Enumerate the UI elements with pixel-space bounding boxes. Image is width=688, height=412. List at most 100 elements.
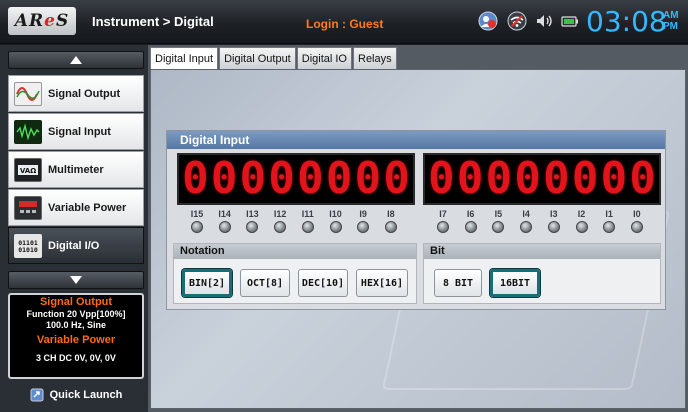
scroll-down-button[interactable] bbox=[8, 271, 144, 289]
waveform-icon bbox=[14, 119, 42, 144]
led-label: I9 bbox=[359, 209, 367, 219]
segment-digit: 0 bbox=[629, 153, 656, 204]
digital-input-title: Digital Input bbox=[167, 131, 665, 149]
sidebar-item-signal-output[interactable]: Signal Output bbox=[8, 75, 144, 112]
segment-digit: 0 bbox=[514, 153, 541, 204]
tab-digital-input[interactable]: Digital Input bbox=[150, 47, 219, 70]
sidebar-item-label: Variable Power bbox=[48, 201, 127, 214]
sidebar-item-label: Multimeter bbox=[48, 163, 104, 176]
tab-bar: Digital Input Digital Output Digital IO … bbox=[150, 47, 398, 70]
led-label: I4 bbox=[522, 209, 530, 219]
signal-output-status-line2: 100.0 Hz, Sine bbox=[45, 320, 107, 330]
tab-digital-output[interactable]: Digital Output bbox=[219, 47, 296, 69]
high-byte-display: 00000000 bbox=[177, 153, 415, 205]
bit-16-button[interactable]: 16BIT bbox=[490, 269, 540, 297]
input-led-indicator bbox=[357, 221, 370, 233]
led-label: I5 bbox=[494, 209, 503, 219]
led-label: I14 bbox=[218, 209, 231, 219]
segment-digit: 0 bbox=[485, 153, 513, 204]
user-switch-icon[interactable] bbox=[478, 11, 498, 31]
tab-relays[interactable]: Relays bbox=[353, 47, 397, 69]
sidebar-item-variable-power[interactable]: Variable Power bbox=[8, 189, 144, 226]
header-bar: AR e S Instrument > Digital Login : Guest bbox=[0, 0, 688, 44]
chevron-up-icon bbox=[70, 56, 82, 64]
input-led-indicator bbox=[246, 221, 259, 233]
led-label: I6 bbox=[466, 209, 475, 219]
bit-8-button[interactable]: 8 BIT bbox=[434, 269, 482, 297]
segment-digit: 0 bbox=[182, 153, 209, 204]
led-label: I0 bbox=[633, 209, 641, 219]
quick-launch-label: Quick Launch bbox=[49, 389, 123, 401]
notation-oct-button[interactable]: OCT[8] bbox=[240, 269, 290, 297]
bit-title: Bit bbox=[424, 244, 660, 259]
signal-output-status-line1: Function 20 Vpp[100%] bbox=[26, 309, 126, 319]
segment-digit: 0 bbox=[456, 153, 484, 204]
segment-digit: 0 bbox=[600, 153, 628, 204]
input-led-indicator bbox=[603, 221, 616, 233]
sidebar-item-digital-io[interactable]: 01101 01010 Digital I/O bbox=[8, 227, 144, 264]
app-window: AR e S Instrument > Digital Login : Guest bbox=[0, 0, 688, 412]
led-label: I15 bbox=[190, 209, 204, 219]
input-led-indicator bbox=[575, 221, 588, 233]
bit-group: Bit 8 BIT 16BIT bbox=[423, 243, 661, 304]
led-label: I11 bbox=[301, 209, 314, 219]
notation-dec-button[interactable]: DEC[10] bbox=[298, 269, 348, 297]
sidebar-item-multimeter[interactable]: VAΩ Multimeter bbox=[8, 151, 144, 188]
segment-digit: 0 bbox=[325, 153, 353, 204]
notation-bin-button[interactable]: BIN[2] bbox=[182, 269, 232, 297]
segment-digit: 0 bbox=[239, 153, 267, 204]
led-label: I12 bbox=[273, 209, 287, 219]
led-label: I3 bbox=[550, 209, 558, 219]
sidebar-item-signal-input[interactable]: Signal Input bbox=[8, 113, 144, 150]
variable-power-status-title: Variable Power bbox=[36, 334, 116, 346]
wifi-icon[interactable] bbox=[507, 11, 527, 31]
input-led-indicator bbox=[492, 221, 505, 233]
input-led-indicator bbox=[547, 221, 560, 233]
launch-icon bbox=[30, 388, 44, 402]
input-led-indicator bbox=[384, 221, 397, 233]
input-led-indicator bbox=[218, 221, 231, 233]
power-supply-icon bbox=[14, 195, 42, 220]
low-byte-display: 00000000 bbox=[423, 153, 661, 205]
notation-group: Notation BIN[2] OCT[8] DEC[10] HEX[16] bbox=[173, 243, 417, 304]
notation-hex-button[interactable]: HEX[16] bbox=[356, 269, 408, 297]
led-label: I13 bbox=[246, 209, 259, 219]
binary-icon: 01101 01010 bbox=[14, 233, 42, 258]
segment-digit: 0 bbox=[428, 153, 455, 204]
app-logo: AR e S bbox=[8, 7, 76, 35]
status-panel: Signal Output Function 20 Vpp[100%] 100.… bbox=[8, 293, 144, 379]
volume-icon[interactable] bbox=[534, 11, 554, 31]
tab-digital-io[interactable]: Digital IO bbox=[296, 47, 352, 69]
segment-digit: 0 bbox=[354, 153, 382, 204]
input-led-indicator bbox=[329, 221, 342, 233]
segment-digit: 0 bbox=[543, 153, 570, 204]
input-led-indicator bbox=[520, 221, 533, 233]
led-label: I7 bbox=[439, 209, 447, 219]
clock-am: AM bbox=[663, 10, 679, 21]
segment-digit: 0 bbox=[297, 153, 324, 204]
quick-launch-button[interactable]: Quick Launch bbox=[8, 385, 144, 405]
variable-power-status-line: 3 CH DC 0V, 0V, 0V bbox=[36, 353, 116, 363]
input-led-indicator bbox=[191, 221, 203, 233]
input-led-indicator bbox=[274, 221, 287, 233]
led-label: I2 bbox=[577, 209, 586, 219]
input-led-indicator bbox=[464, 221, 477, 233]
login-status[interactable]: Login : Guest bbox=[306, 17, 383, 31]
segment-digit: 0 bbox=[571, 153, 599, 204]
led-label: I10 bbox=[329, 209, 342, 219]
sidebar-item-label: Signal Input bbox=[48, 125, 111, 138]
chevron-down-icon bbox=[70, 276, 82, 284]
segment-digit: 0 bbox=[268, 153, 295, 204]
led-label: I1 bbox=[605, 209, 613, 219]
scroll-up-button[interactable] bbox=[8, 51, 144, 69]
svg-text:VAΩ: VAΩ bbox=[20, 167, 36, 175]
battery-icon[interactable] bbox=[560, 11, 580, 31]
meter-icon: VAΩ bbox=[14, 157, 42, 182]
clock-pm: PM bbox=[663, 21, 678, 32]
breadcrumb: Instrument > Digital bbox=[92, 14, 214, 29]
segment-digit: 0 bbox=[210, 153, 238, 204]
sidebar-item-label: Signal Output bbox=[48, 87, 121, 100]
sidebar-item-label: Digital I/O bbox=[48, 239, 100, 252]
notation-title: Notation bbox=[174, 244, 416, 259]
svg-text:01010: 01010 bbox=[18, 246, 38, 254]
